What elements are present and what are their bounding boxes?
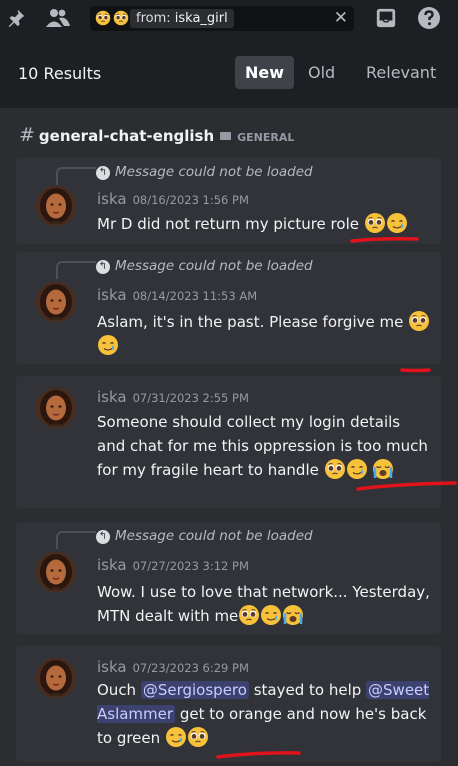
message-author[interactable]: iska	[97, 286, 127, 304]
reply-spine	[56, 531, 96, 549]
inbox-icon[interactable]	[373, 5, 399, 31]
results-count: 10 Results	[18, 64, 102, 83]
message-timestamp: 08/14/2023 11:53 AM	[132, 289, 258, 303]
results-header: 10 Results New Old Relevant	[0, 36, 458, 108]
search-results-panel: 10 Results New Old Relevant # general-cha…	[0, 36, 458, 766]
top-bar: from: iska_girl ✕	[0, 0, 458, 36]
pleading-face-icon	[238, 604, 260, 626]
search-result-message[interactable]: ↰ Message could not be loaded iska 08/16/2…	[16, 158, 441, 244]
message-author[interactable]: iska	[97, 388, 127, 406]
clear-search-icon[interactable]: ✕	[334, 8, 348, 28]
search-filter-chip[interactable]: from: iska_girl	[130, 9, 234, 28]
sort-relevant-tab[interactable]: Relevant	[356, 56, 446, 89]
reply-text: Message could not be loaded	[115, 258, 313, 274]
message-content: Wow. I use to love that network... Yeste…	[97, 580, 432, 628]
loudly-crying-face-icon	[372, 458, 394, 480]
reply-reference[interactable]: ↰ Message could not be loaded	[96, 164, 313, 180]
red-underline-annotation	[216, 751, 301, 759]
avatar[interactable]	[36, 658, 76, 698]
reply-reference[interactable]: ↰ Message could not be loaded	[96, 258, 313, 274]
pleading-face-icon	[95, 10, 111, 26]
red-underline-annotation	[350, 237, 419, 243]
sort-old-tab[interactable]: Old	[298, 56, 345, 89]
message-author-row: iska 08/14/2023 11:53 AM	[97, 286, 257, 304]
message-author-row: iska 07/31/2023 2:55 PM	[97, 388, 249, 406]
reply-arrow-icon: ↰	[96, 530, 110, 544]
pin-icon[interactable]	[3, 5, 29, 31]
message-author[interactable]: iska	[97, 556, 127, 574]
user-mention[interactable]: @Sergiospero	[140, 681, 249, 699]
reply-text: Message could not be loaded	[115, 528, 313, 544]
pleading-face-icon	[187, 726, 209, 748]
reply-spine	[56, 261, 96, 279]
reply-arrow-icon: ↰	[96, 260, 110, 274]
message-content: Ouch @Sergiospero stayed to help @Sweet …	[97, 678, 432, 750]
sort-new-tab[interactable]: New	[235, 56, 295, 89]
avatar[interactable]	[36, 552, 76, 592]
search-result-message[interactable]: ↰ Message could not be loaded iska 08/14/2…	[16, 252, 441, 403]
message-text-before: Ouch	[97, 681, 141, 699]
pleading-face-icon	[364, 212, 386, 234]
message-author[interactable]: iska	[97, 658, 127, 676]
message-content: Someone should collect my login details …	[97, 410, 432, 482]
avatar[interactable]	[36, 186, 76, 226]
search-filter-value: iska_girl	[174, 11, 228, 26]
pleading-face-icon	[113, 10, 129, 26]
message-content: Aslam, it's in the past. Please forgive …	[97, 310, 432, 358]
smiling-tear-face-icon	[97, 334, 119, 356]
help-icon[interactable]	[416, 5, 442, 31]
avatar[interactable]	[36, 282, 76, 322]
message-content: Mr D did not return my picture role	[97, 212, 432, 236]
message-text-middle: stayed to help	[248, 681, 367, 699]
reply-arrow-icon: ↰	[96, 166, 110, 180]
search-result-message[interactable]: iska 07/31/2023 2:55 PM Someone should co…	[16, 376, 457, 508]
smiling-tear-face-icon	[260, 604, 282, 626]
search-result-message[interactable]: ↰ Message could not be loaded iska 07/27/2…	[16, 522, 441, 634]
smiling-tear-face-icon	[386, 212, 408, 234]
avatar[interactable]	[36, 388, 76, 428]
message-timestamp: 07/27/2023 3:12 PM	[132, 559, 249, 573]
red-underline-annotation	[400, 368, 431, 373]
red-underline-annotation	[356, 481, 457, 491]
search-result-message[interactable]: iska 07/23/2023 6:29 PM Ouch @Sergiospero…	[16, 646, 441, 762]
members-icon[interactable]	[45, 5, 71, 31]
reply-text: Message could not be loaded	[115, 164, 313, 180]
reply-spine	[56, 167, 96, 185]
smiling-tear-face-icon	[165, 726, 187, 748]
channel-category: GENERAL	[237, 131, 295, 144]
pleading-face-icon	[324, 458, 346, 480]
pleading-face-icon	[408, 310, 430, 332]
folder-icon	[220, 132, 232, 140]
message-author[interactable]: iska	[97, 190, 127, 208]
message-text: Aslam, it's in the past. Please forgive …	[97, 313, 404, 331]
hash-icon: #	[19, 124, 35, 146]
loudly-crying-face-icon	[282, 604, 304, 626]
message-timestamp: 07/23/2023 6:29 PM	[132, 661, 249, 675]
message-author-row: iska 07/27/2023 3:12 PM	[97, 556, 249, 574]
search-filter-prefix: from:	[136, 11, 171, 26]
message-timestamp: 08/16/2023 1:56 PM	[132, 193, 249, 207]
message-timestamp: 07/31/2023 2:55 PM	[132, 391, 249, 405]
channel-name: general-chat-english	[38, 127, 215, 145]
search-bar[interactable]: from: iska_girl ✕	[90, 6, 354, 31]
message-author-row: iska 07/23/2023 6:29 PM	[97, 658, 249, 676]
smiling-tear-face-icon	[346, 458, 368, 480]
channel-header[interactable]: # general-chat-english GENERAL	[19, 124, 294, 146]
message-author-row: iska 08/16/2023 1:56 PM	[97, 190, 249, 208]
reply-reference[interactable]: ↰ Message could not be loaded	[96, 528, 313, 544]
message-text: Mr D did not return my picture role	[97, 215, 359, 233]
